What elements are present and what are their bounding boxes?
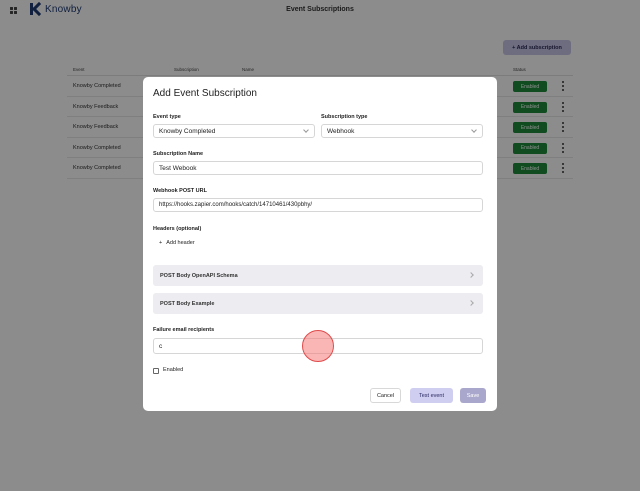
event-type-label: Event type [153, 114, 181, 120]
chevron-down-icon [303, 127, 309, 133]
save-button[interactable]: Save [460, 388, 486, 403]
event-type-select[interactable]: Knowby Completed [153, 124, 315, 138]
chevron-right-icon [468, 300, 474, 306]
chevron-right-icon [468, 272, 474, 278]
add-header-button[interactable]: + Add header [159, 240, 195, 246]
failure-email-value: c [159, 342, 163, 350]
subscription-type-label: Subscription type [321, 114, 368, 120]
enabled-label: Enabled [163, 367, 184, 373]
plus-icon: + [159, 240, 163, 246]
enabled-checkbox[interactable] [153, 368, 159, 374]
subscription-name-value: Test Webook [159, 164, 197, 172]
subscription-name-input[interactable]: Test Webook [153, 161, 483, 175]
headers-label: Headers (optional) [153, 226, 202, 232]
webhook-url-value: https://hooks.zapier.com/hooks/catch/147… [159, 202, 313, 208]
subscription-type-select[interactable]: Webhook [321, 124, 483, 138]
subscription-type-value: Webhook [327, 127, 355, 135]
test-event-button[interactable]: Test event [410, 388, 453, 403]
failure-email-label: Failure email recipients [153, 327, 215, 333]
webhook-url-input[interactable]: https://hooks.zapier.com/hooks/catch/147… [153, 198, 483, 212]
accordion-schema-label: POST Body OpenAPI Schema [160, 272, 238, 279]
accordion-example-label: POST Body Example [160, 300, 215, 307]
modal-title: Add Event Subscription [153, 88, 257, 99]
add-header-label: Add header [166, 240, 195, 246]
cancel-button[interactable]: Cancel [370, 388, 401, 403]
post-body-schema-accordion[interactable]: POST Body OpenAPI Schema [153, 265, 483, 286]
event-type-value: Knowby Completed [159, 127, 216, 135]
post-body-example-accordion[interactable]: POST Body Example [153, 293, 483, 314]
subscription-name-label: Subscription Name [153, 151, 204, 157]
click-indicator [302, 330, 334, 362]
chevron-down-icon [471, 127, 477, 133]
webhook-url-label: Webhook POST URL [153, 188, 207, 194]
